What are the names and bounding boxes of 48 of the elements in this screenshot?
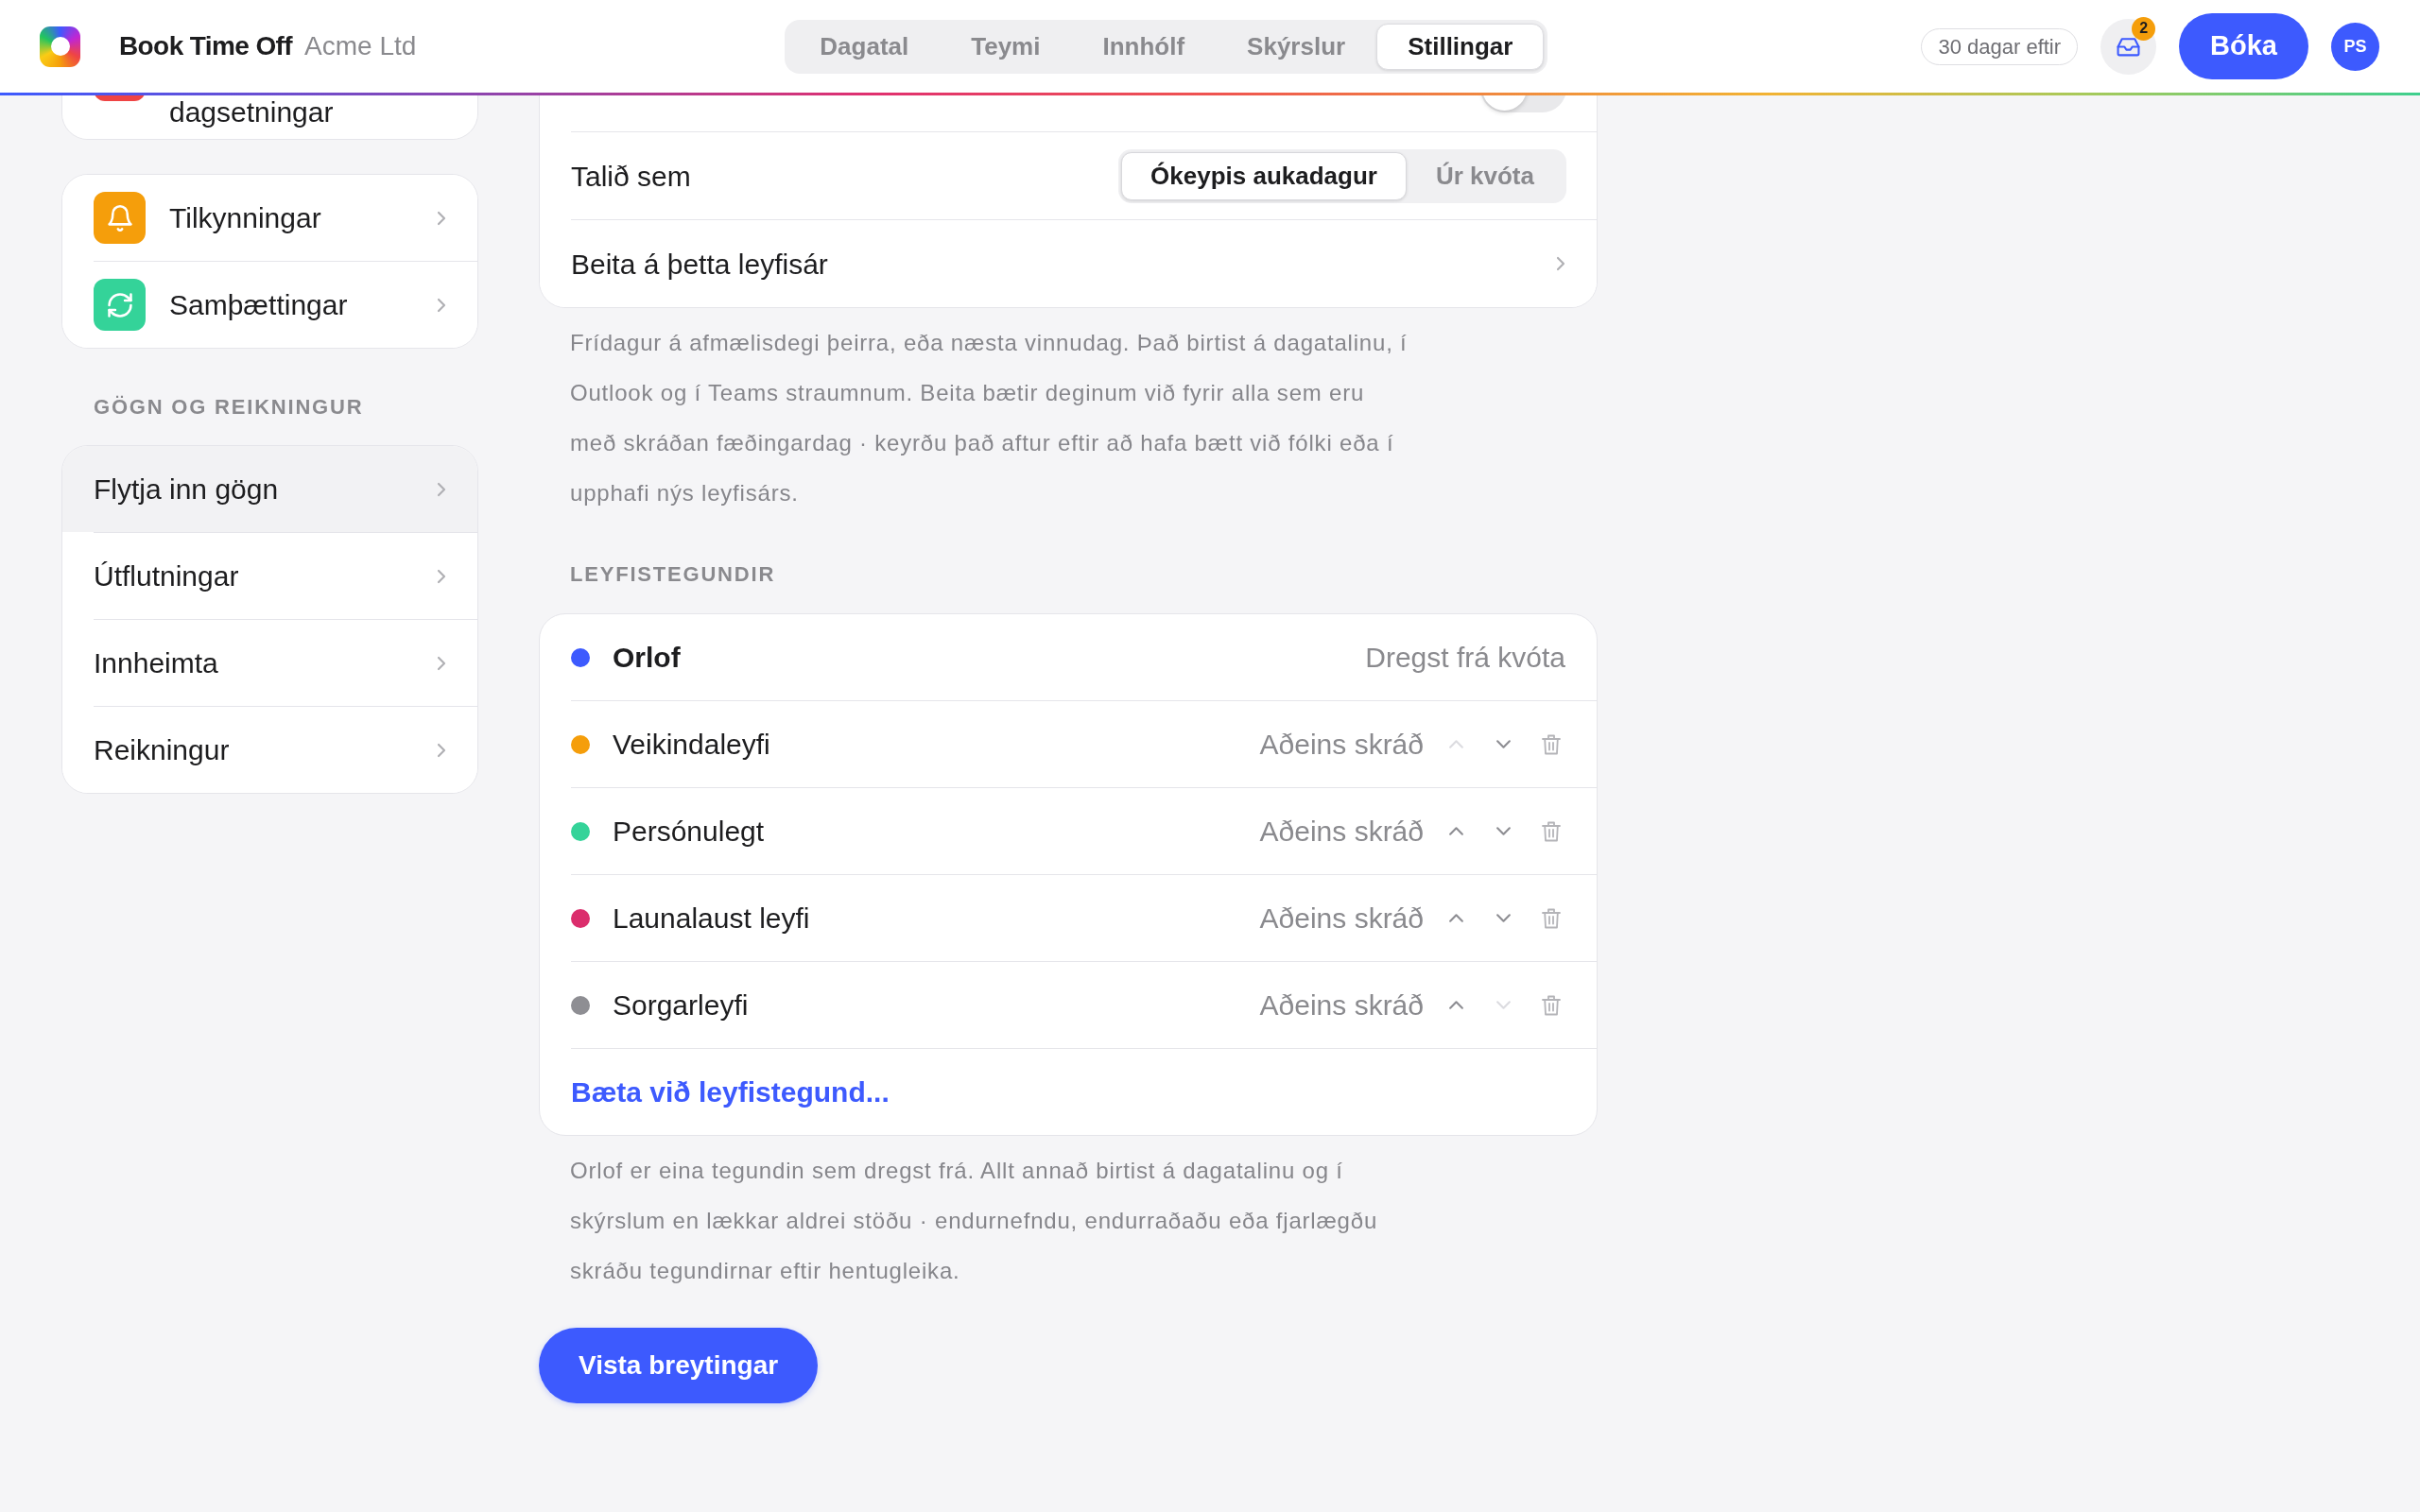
user-avatar[interactable]: PS bbox=[2331, 22, 2379, 71]
chevron-right-icon bbox=[437, 568, 446, 584]
chevron-right-icon bbox=[1556, 256, 1565, 271]
leave-type-name: Veikindaleyfi bbox=[613, 728, 771, 762]
leave-type-status: Dregst frá kvóta bbox=[1365, 641, 1565, 675]
chevron-right-icon bbox=[437, 210, 446, 226]
chevron-down-icon bbox=[1495, 826, 1512, 836]
app-title: Book Time Off bbox=[119, 30, 293, 62]
organization-name: Acme Ltd bbox=[304, 30, 417, 62]
trash-icon bbox=[1542, 907, 1561, 929]
chevron-up-icon bbox=[1448, 826, 1464, 836]
leave-type-status: Aðeins skráð bbox=[1259, 728, 1424, 762]
book-button[interactable]: Bóka bbox=[2179, 13, 2308, 79]
trash-icon bbox=[1542, 820, 1561, 842]
nav-tab[interactable]: Stillingar bbox=[1376, 23, 1545, 70]
trash-icon bbox=[1542, 994, 1561, 1016]
chevron-down-icon bbox=[1495, 913, 1512, 923]
notification-count-badge: 2 bbox=[2132, 16, 2156, 41]
chevron-right-icon bbox=[437, 655, 446, 671]
setting-label: Talið sem bbox=[571, 159, 691, 194]
inbox-button[interactable]: 2 bbox=[2100, 18, 2157, 75]
inbox-icon bbox=[2117, 36, 2141, 57]
chevron-up-icon bbox=[1448, 1000, 1464, 1010]
sidebar-item[interactable]: dagsetningar bbox=[62, 95, 477, 139]
save-button[interactable]: Vista breytingar bbox=[539, 1328, 819, 1403]
section-heading: GÖGN OG REIKNINGUR bbox=[93, 394, 365, 421]
add-leave-type-link[interactable]: Bæta við leyfistegund... bbox=[571, 1071, 890, 1113]
leave-type-name: Persónulegt bbox=[613, 815, 766, 849]
chevron-up-icon bbox=[1448, 739, 1464, 749]
section-heading: LEYFISTEGUNDIR bbox=[570, 561, 777, 588]
app-logo-icon bbox=[40, 26, 80, 67]
help-text: Orlof er eina tegundin sem dregst frá. Allt annað birtist á dagatalinu og í skýrslum en lækkar aldrei stöðu · endurnefndu, endurraðaðu eða fjarlægðu skráðu tegundirnar eftir hentugleika. bbox=[570, 1157, 1379, 1285]
leave-type-name: Sorgarleyfi bbox=[613, 988, 750, 1022]
chevron-up-icon bbox=[1448, 913, 1464, 923]
chevron-down-icon bbox=[1495, 739, 1512, 749]
leave-type-status: Aðeins skráð bbox=[1259, 988, 1424, 1022]
trash-icon bbox=[1542, 733, 1561, 755]
leave-type-status: Aðeins skráð bbox=[1259, 815, 1424, 849]
chevron-right-icon bbox=[437, 742, 446, 758]
chevron-down-icon bbox=[1495, 1000, 1512, 1010]
help-text: Frídagur á afmælisdegi þeirra, eða næsta vinnudag. Það birtist á dagatalinu, í Outlook og í Teams straumnum. Beita bætir deginum við fyrir alla sem eru með skráðan fæðingardag · keyrðu það aftur eftir að hafa bætt við fólki eða í upphafi nýs leyfisárs. bbox=[570, 329, 1409, 507]
leave-type-name: Orlof bbox=[613, 641, 682, 675]
leave-type-name: Launalaust leyfi bbox=[613, 902, 811, 936]
segment-option[interactable]: Ókeypis aukadagur bbox=[1121, 151, 1407, 200]
chevron-right-icon bbox=[437, 481, 446, 497]
sidebar-item[interactable]: Flytja inn gögn bbox=[62, 446, 477, 532]
chevron-right-icon bbox=[437, 297, 446, 313]
leave-type-status: Aðeins skráð bbox=[1259, 902, 1424, 936]
